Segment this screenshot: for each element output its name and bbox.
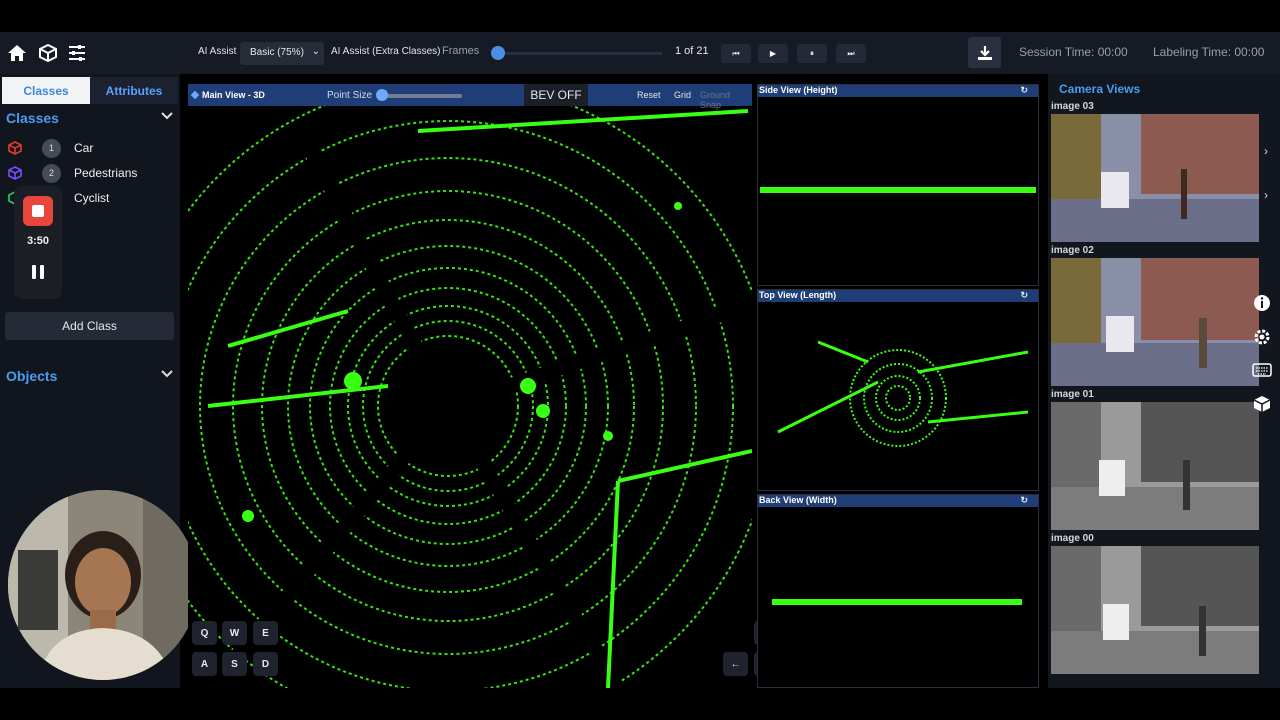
- info-icon[interactable]: [1250, 291, 1274, 315]
- side-view-panel[interactable]: Side View (Height) ↻: [757, 84, 1039, 286]
- sidebar-tabs: Classes Attributes: [2, 77, 178, 104]
- main-view-header: Main View - 3D Point Size BEV OFF Reset …: [188, 84, 752, 110]
- ai-assist-label: AI Assist: [198, 46, 237, 57]
- class-item-car[interactable]: 1 Car: [8, 138, 93, 158]
- recording-time: 3:50: [26, 235, 50, 247]
- session-time: Session Time: 00:00: [1019, 45, 1128, 59]
- class-name: Pedestrians: [74, 166, 138, 180]
- back-view-panel[interactable]: Back View (Width) ↻: [757, 494, 1039, 688]
- key-e-button[interactable]: E: [253, 621, 278, 645]
- top-view-points: [777, 340, 1029, 447]
- point-size-slider[interactable]: [379, 94, 462, 98]
- refresh-icon[interactable]: ↻: [1020, 290, 1028, 301]
- refresh-icon[interactable]: ↻: [1020, 85, 1028, 96]
- camera-label: image 03: [1051, 101, 1094, 112]
- tab-classes[interactable]: Classes: [2, 77, 90, 104]
- ai-mode-select[interactable]: Basic (75%) ⌄: [240, 42, 324, 65]
- tab-attributes[interactable]: Attributes: [90, 77, 178, 104]
- camera-label: image 01: [1051, 389, 1094, 400]
- class-name: Cyclist: [74, 191, 110, 205]
- skip-back-icon: ⏮: [732, 48, 740, 58]
- camera-image-01[interactable]: [1051, 402, 1259, 530]
- pause-icon[interactable]: [30, 264, 46, 280]
- side-view-header: Side View (Height) ↻: [758, 85, 1038, 97]
- key-d-button[interactable]: D: [253, 652, 278, 676]
- top-view-header: Top View (Length) ↻: [758, 290, 1038, 302]
- cube-icon: [8, 141, 22, 155]
- ai-extra-classes-label[interactable]: AI Assist (Extra Classes): [331, 46, 440, 57]
- camera-views-title: Camera Views: [1059, 82, 1141, 96]
- refresh-icon[interactable]: ↻: [1020, 495, 1028, 506]
- frames-slider-knob[interactable]: [491, 46, 505, 60]
- camera-image-02[interactable]: [1051, 258, 1259, 386]
- skip-forward-icon: ⏭: [847, 48, 855, 58]
- objects-section-title[interactable]: Objects: [6, 368, 57, 384]
- sliders-icon[interactable]: [65, 41, 89, 65]
- main-view-canvas[interactable]: [122, 80, 774, 720]
- download-button[interactable]: [968, 37, 1001, 68]
- top-view-title: Top View (Length): [759, 290, 837, 300]
- view-indicator-icon: [190, 90, 200, 100]
- pause-button[interactable]: ⏸: [797, 44, 827, 63]
- chevron-down-icon[interactable]: [160, 368, 174, 382]
- add-class-button[interactable]: Add Class: [5, 312, 174, 340]
- arrow-left-button[interactable]: ←: [723, 652, 748, 676]
- back-view-header: Back View (Width) ↻: [758, 495, 1038, 507]
- back-view-title: Back View (Width): [759, 495, 837, 505]
- key-a-button[interactable]: A: [192, 652, 217, 676]
- camera-label: image 00: [1051, 533, 1094, 544]
- stop-recording-button[interactable]: [23, 196, 53, 226]
- frames-label: Frames: [442, 45, 480, 57]
- skip-back-button[interactable]: ⏮: [721, 44, 751, 63]
- reset-button[interactable]: Reset: [637, 90, 661, 100]
- class-item-pedestrians[interactable]: 2 Pedestrians: [8, 163, 137, 183]
- camera-views-panel: Camera Views image 03 image 02 image 01 …: [1048, 74, 1280, 688]
- key-w-button[interactable]: W: [222, 621, 247, 645]
- recording-widget: 3:50: [14, 186, 62, 299]
- point-size-label: Point Size: [327, 90, 373, 101]
- play-icon: ▶: [769, 49, 777, 58]
- ai-mode-value: Basic (75%): [250, 47, 304, 58]
- download-icon: [977, 45, 992, 60]
- top-view-panel[interactable]: Top View (Length) ↻: [757, 289, 1039, 491]
- camera-image-00[interactable]: [1051, 546, 1259, 674]
- frame-counter: 1 of 21: [675, 45, 709, 57]
- chevron-down-icon[interactable]: [160, 110, 174, 124]
- home-icon[interactable]: [5, 41, 29, 65]
- key-s-button[interactable]: S: [222, 652, 247, 676]
- main-view-title: Main View - 3D: [202, 90, 265, 100]
- lidar-point-cloud: [122, 80, 774, 720]
- webcam-overlay: [8, 490, 198, 680]
- class-number: 1: [42, 138, 61, 158]
- bev-toggle-button[interactable]: BEV OFF: [524, 84, 588, 106]
- class-number: 2: [42, 163, 61, 183]
- stop-icon: [32, 205, 44, 217]
- class-name: Car: [74, 141, 94, 155]
- ground-snap-button[interactable]: Ground Snap: [700, 90, 752, 110]
- toolbar: AI Assist Basic (75%) ⌄ AI Assist (Extra…: [0, 32, 1280, 74]
- point-size-slider-knob[interactable]: [376, 89, 388, 101]
- chevron-right-icon[interactable]: ›: [1264, 188, 1268, 202]
- cube-icon[interactable]: [36, 41, 60, 65]
- camera-label: image 02: [1051, 245, 1094, 256]
- labeling-time: Labeling Time: 00:00: [1153, 45, 1265, 59]
- gear-icon[interactable]: [1250, 325, 1274, 349]
- play-button[interactable]: ▶: [758, 44, 788, 63]
- camera-image-03[interactable]: [1051, 114, 1259, 242]
- chevron-right-icon[interactable]: ›: [1264, 144, 1268, 158]
- classes-section-title[interactable]: Classes: [6, 110, 59, 126]
- side-view-title: Side View (Height): [759, 85, 838, 95]
- cube-icon: [8, 166, 22, 180]
- back-view-points: [772, 599, 1022, 605]
- side-view-points: [760, 187, 1036, 193]
- cube-icon[interactable]: [1250, 392, 1274, 416]
- frames-slider[interactable]: [497, 52, 662, 55]
- key-q-button[interactable]: Q: [192, 621, 217, 645]
- chevron-down-icon: ⌄: [311, 46, 320, 57]
- pause-icon: ⏸: [810, 48, 814, 58]
- keyboard-icon[interactable]: [1250, 358, 1274, 382]
- skip-forward-button[interactable]: ⏭: [836, 44, 866, 63]
- grid-button[interactable]: Grid: [674, 90, 691, 100]
